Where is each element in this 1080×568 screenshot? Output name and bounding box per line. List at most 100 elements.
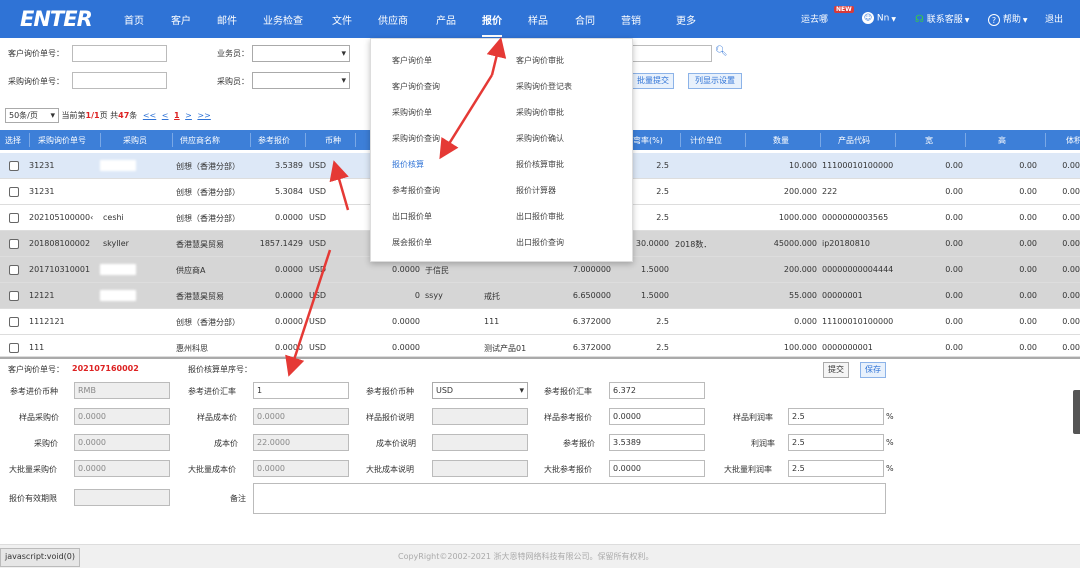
menu-item-quote-calc[interactable]: 报价核算 [392,159,424,170]
col-width[interactable]: 宽 [925,135,933,146]
nav-item-mail[interactable]: 邮件 [217,12,237,27]
help-menu[interactable]: ? 帮助 ▼ [988,12,1028,26]
support-menu[interactable]: ☊ 联系客服 ▼ [915,12,969,25]
side-panel-toggle[interactable] [1073,390,1080,434]
panel-divider[interactable] [0,357,1080,359]
pager-last-link[interactable]: >> [197,111,210,120]
col-select: 选择 [5,136,21,145]
menu-item-ref-quote-query[interactable]: 参考报价查询 [392,185,440,196]
col-purchaser[interactable]: 采购员 [123,135,147,146]
search-input[interactable] [632,45,712,62]
save-button[interactable]: 保存 [860,362,886,378]
sample-purch-field: 0.0000 [74,408,170,425]
column-settings-button[interactable]: 列显示设置 [688,73,742,89]
pager-page-link[interactable]: 1 [174,111,180,120]
menu-item-purch-inq-query[interactable]: 采购询价查询 [392,133,440,144]
purch-inq-no-input[interactable] [72,72,167,89]
row-supplier: 创想（香港分部） [176,318,240,327]
purchaser-select[interactable] [252,72,350,89]
col-qty[interactable]: 数量 [773,135,789,146]
nav-item-contract[interactable]: 合同 [575,12,595,27]
col-currency[interactable]: 币种 [325,135,341,146]
menu-item-cust-inq[interactable]: 客户询价单 [392,55,432,66]
logo[interactable]: ENTER [20,7,93,31]
yunquna-link[interactable]: 运去哪 [801,12,828,25]
pager-prefix: 当前第 [61,111,86,120]
col-height[interactable]: 高 [998,135,1006,146]
cust-inq-no-input[interactable] [72,45,167,62]
page-size-select[interactable]: 50条/页 [5,108,59,123]
row-checkbox[interactable] [9,317,19,327]
row-currency: USD [309,161,327,170]
row-checkbox[interactable] [9,239,19,249]
remark-textarea[interactable] [253,483,886,514]
new-badge: NEW [834,6,854,13]
sample-ref-quote-input[interactable]: 0.0000 [609,408,705,425]
pager-prev-link[interactable]: < [162,111,169,120]
row-checkbox[interactable] [9,187,19,197]
table-row[interactable]: 1112121 创想（香港分部） 0.0000 USD 0.0000 111 6.37200… [0,309,1080,335]
nav-item-customer[interactable]: 客户 [171,12,191,27]
pager-next-link[interactable]: > [185,111,192,120]
col-product-code[interactable]: 产品代码 [838,135,870,146]
nav-item-business-check[interactable]: 业务检查 [263,12,303,27]
batch-submit-button[interactable]: 批量提交 [632,73,674,89]
menu-item-purch-inq-confirm[interactable]: 采购询价确认 [516,133,564,144]
menu-item-cust-inq-query[interactable]: 客户询价查询 [392,81,440,92]
col-ref-price[interactable]: 参考报价 [258,135,290,146]
row-checkbox[interactable] [9,291,19,301]
user-menu[interactable]: ☺ Nn ▼ [862,12,896,24]
col-unit[interactable]: 计价单位 [690,135,722,146]
ref-quote-rate-input[interactable]: 6.372 [609,382,705,399]
nav-item-file[interactable]: 文件 [332,12,352,27]
col-rate[interactable]: 弯率(%) [633,135,663,146]
salesman-select[interactable] [252,45,350,62]
col-supplier[interactable]: 供应商名称 [180,135,220,146]
sample-quote-note-field [432,408,528,425]
pager-first-link[interactable]: << [143,111,156,120]
bulk-margin-input[interactable]: 2.5 [788,460,884,477]
nav-item-quote[interactable]: 报价 [482,12,502,37]
sample-margin-label: 样品利润率 [733,413,773,422]
menu-item-quote-calculator[interactable]: 报价计算器 [516,185,556,196]
table-row[interactable]: 111 惠州科思 0.0000 USD 0.0000 测试产品01 6.372000 2.5 1… [0,335,1080,357]
nav-item-more[interactable]: 更多 [676,12,696,27]
menu-item-export-quote-query[interactable]: 出口报价查询 [516,237,564,248]
submit-button[interactable]: 提交 [823,362,849,378]
nav-item-supplier[interactable]: 供应商 [378,12,408,27]
bulk-ref-quote-input[interactable]: 0.0000 [609,460,705,477]
row-checkbox[interactable] [9,213,19,223]
col-volume[interactable]: 体积 [1066,135,1080,146]
row-checkbox[interactable] [9,343,19,353]
row-checkbox[interactable] [9,161,19,171]
pct-label: % [886,464,894,473]
redacted-name [100,290,136,301]
nav-item-marketing[interactable]: 营销 [621,12,641,27]
cost-note-field [432,434,528,451]
ref-quote-cur-select[interactable]: USD [432,382,528,399]
cost-note-label: 成本价说明 [376,439,416,448]
menu-item-purch-inq-approve[interactable]: 采购询价审批 [516,107,564,118]
menu-item-expo-quote[interactable]: 展会报价单 [392,237,432,248]
menu-item-cust-inq-approve[interactable]: 客户询价审批 [516,55,564,66]
row-supplier: 惠州科思 [176,344,208,353]
table-row[interactable]: 12121 香港慧昊贸易 0.0000 USD 0 ssyy 戒托 6.650000 1.500… [0,283,1080,309]
ref-quote-input[interactable]: 3.5389 [609,434,705,451]
ref-in-rate-input[interactable]: 1 [253,382,349,399]
margin-input[interactable]: 2.5 [788,434,884,451]
nav-item-product[interactable]: 产品 [436,12,456,27]
search-icon[interactable]: 🔍︎ [715,46,728,57]
logout-link[interactable]: 退出 [1045,12,1063,25]
menu-item-quote-calc-approve[interactable]: 报价核算审批 [516,159,564,170]
menu-item-purch-inq[interactable]: 采购询价单 [392,107,432,118]
row-col9: 6.372000 [572,317,611,326]
nav-item-sample[interactable]: 样品 [528,12,548,27]
menu-item-export-quote[interactable]: 出口报价单 [392,211,432,222]
menu-item-purch-inq-register[interactable]: 采购询价登记表 [516,81,572,92]
nav-item-home[interactable]: 首页 [124,12,144,27]
col-purch-inq-no[interactable]: 采购询价单号 [38,135,86,146]
row-width: 0.00 [945,161,963,170]
sample-margin-input[interactable]: 2.5 [788,408,884,425]
menu-item-export-quote-approve[interactable]: 出口报价审批 [516,211,564,222]
row-checkbox[interactable] [9,265,19,275]
